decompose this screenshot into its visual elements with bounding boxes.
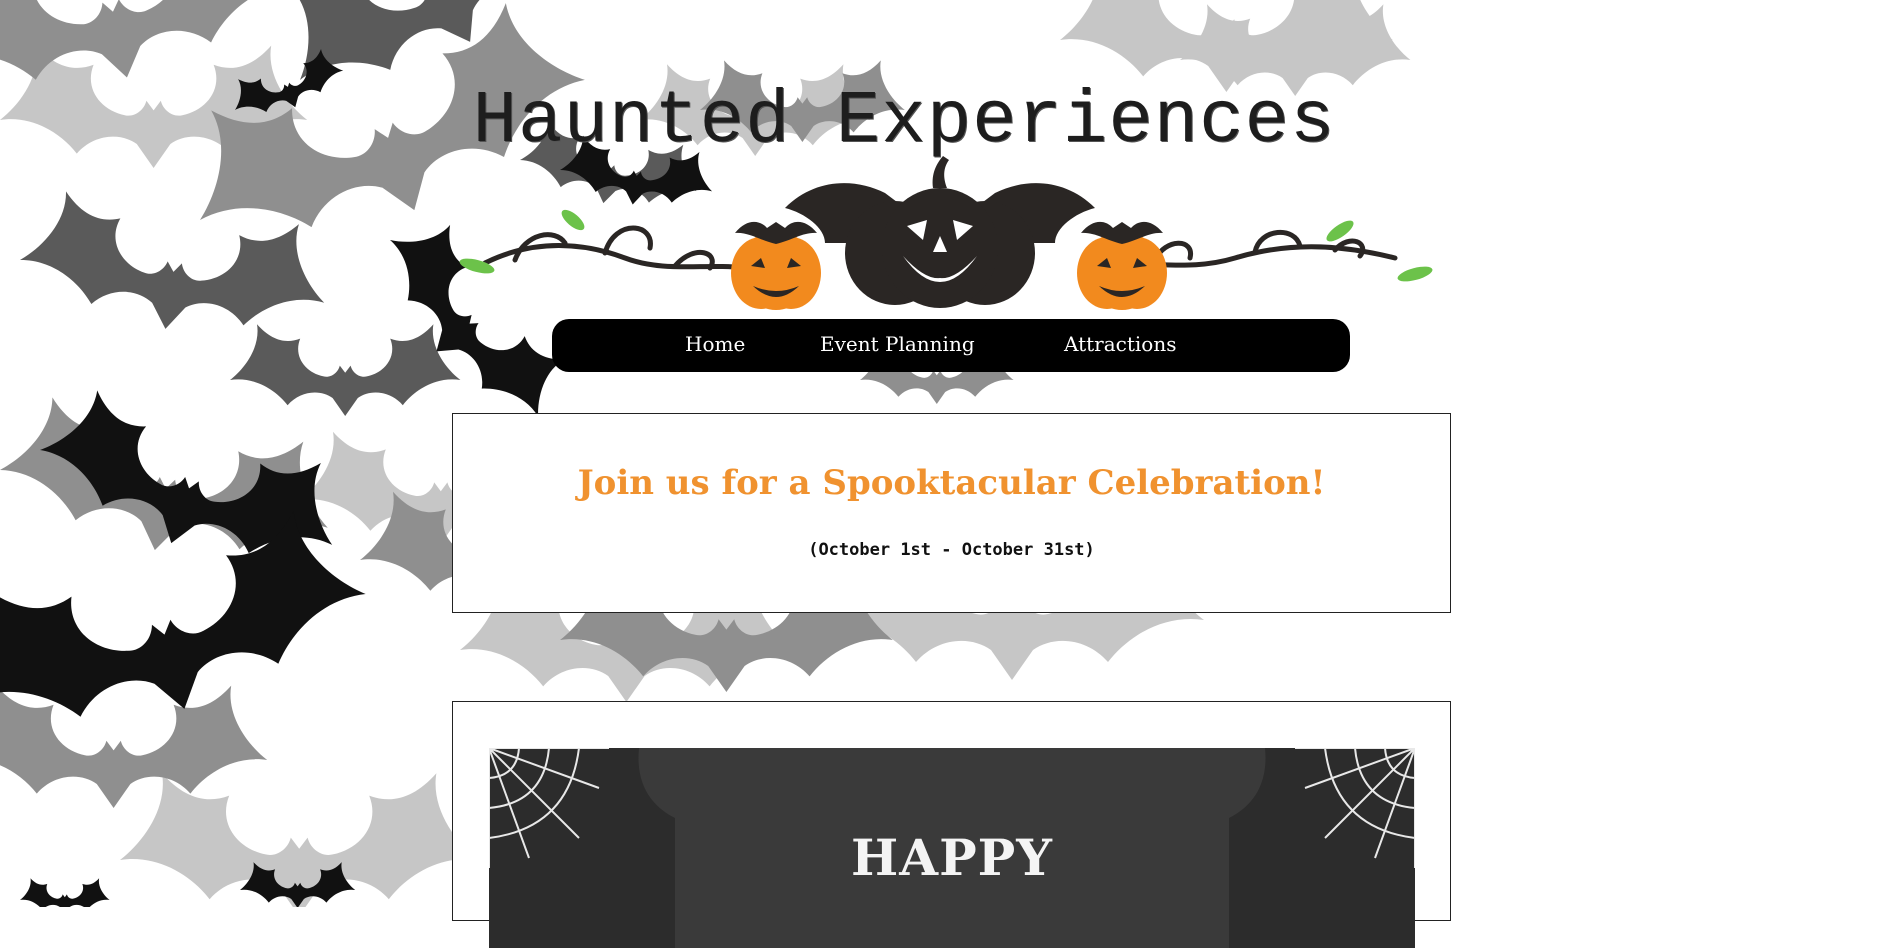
nav-item-attractions[interactable]: Attractions (1064, 319, 1176, 372)
poster-panel: HAPPY (452, 701, 1451, 948)
poster-happy-text: HAPPY (851, 828, 1053, 887)
nav-item-event-planning[interactable]: Event Planning (820, 319, 975, 372)
pumpkin-bat-banner-icon (459, 156, 1433, 310)
hero-headline: Join us for a Spooktacular Celebration! (577, 463, 1326, 503)
event-dates: (October 1st - October 31st) (808, 540, 1095, 560)
announcement-panel: Join us for a Spooktacular Celebration! … (452, 413, 1451, 613)
halloween-poster-image: HAPPY (489, 748, 1415, 948)
main-nav: Home Event Planning Attractions (552, 319, 1350, 372)
nav-item-home[interactable]: Home (685, 319, 745, 372)
